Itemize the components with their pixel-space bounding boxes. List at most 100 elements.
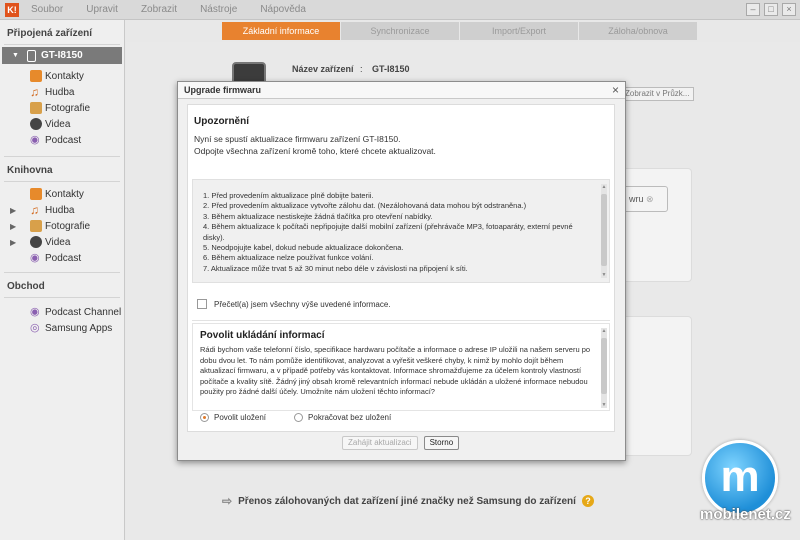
library-title: Knihovna xyxy=(7,165,53,176)
close-icon[interactable]: × xyxy=(782,3,796,16)
scroll-down-icon[interactable]: ▼ xyxy=(601,402,607,408)
background-action-label: wru xyxy=(629,194,644,204)
menu-edit[interactable]: Upravit xyxy=(86,4,118,15)
menu-bar: K! Soubor Upravit Zobrazit Nástroje Nápo… xyxy=(0,0,800,20)
sidebar-item-label: Hudba xyxy=(45,86,75,98)
scrollbar-thumb[interactable] xyxy=(601,338,607,394)
warning-line: Nyní se spustí aktualizace firmwaru zaří… xyxy=(194,134,401,144)
cancel-button[interactable]: Storno xyxy=(423,436,460,450)
device-name: GT-I8150 xyxy=(40,50,83,61)
podcast-icon: ◉ xyxy=(30,252,40,264)
transfer-icon: ⇨ xyxy=(222,494,233,508)
read-confirmation-row[interactable]: Přečetl(a) jsem všechny výše uvedené inf… xyxy=(197,299,391,309)
contacts-icon xyxy=(30,70,42,82)
podcast-icon: ◉ xyxy=(30,306,40,318)
window-controls: – □ × xyxy=(746,3,796,16)
instruction-item: 4. Během aktualizace k počítači nepřipoj… xyxy=(203,222,573,242)
photos-icon xyxy=(30,102,42,114)
dialog-title: Upgrade firmwaru xyxy=(184,85,262,95)
sidebar-device[interactable]: ▼ GT-I8150 xyxy=(2,47,122,64)
store-title: Obchod xyxy=(7,281,45,292)
help-icon[interactable]: ? xyxy=(581,495,594,507)
warning-text: Nyní se spustí aktualizace firmwaru zaří… xyxy=(194,133,604,157)
scroll-up-icon[interactable]: ▲ xyxy=(601,184,607,190)
sidebar-item-label: Samsung Apps xyxy=(45,322,113,334)
tab-backup-restore[interactable]: Záloha/obnova xyxy=(579,22,697,40)
minimize-icon[interactable]: – xyxy=(746,3,760,16)
sidebar-item-device-music[interactable]: ♫ Hudba xyxy=(0,84,124,100)
sidebar-item-device-photos[interactable]: Fotografie xyxy=(0,100,124,116)
device-name-colon: : xyxy=(360,64,363,74)
start-update-button[interactable]: Zahájit aktualizaci xyxy=(342,436,418,450)
continue-without-storing-label: Pokračovat bez uložení xyxy=(308,413,392,422)
instruction-item: 7. Aktualizace může trvat 5 až 30 minut … xyxy=(203,263,468,273)
continue-without-storing-radio[interactable] xyxy=(294,413,304,422)
sidebar-item-label: Fotografie xyxy=(45,102,91,114)
tab-sync[interactable]: Synchronizace xyxy=(341,22,459,40)
chevron-right-icon[interactable]: ▶ xyxy=(10,206,16,215)
read-confirmation-checkbox[interactable] xyxy=(197,299,207,309)
instructions-box: 1. Před provedením aktualizace plně dobi… xyxy=(192,179,610,283)
instruction-item: 1. Před provedením aktualizace plně dobi… xyxy=(203,191,374,200)
allow-storing-scrollbar[interactable]: ▲ ▼ xyxy=(601,328,607,408)
menu-file[interactable]: Soubor xyxy=(31,4,63,15)
sidebar-item-library-photos[interactable]: ▶ Fotografie xyxy=(0,218,124,234)
app-logo-icon: K! xyxy=(5,2,19,17)
sidebar-item-label: Hudba xyxy=(45,204,75,216)
dialog-body: Upozornění Nyní se spustí aktualizace fi… xyxy=(187,104,615,432)
divider xyxy=(192,320,610,321)
chevron-down-icon[interactable]: ▼ xyxy=(12,52,19,59)
menu-view[interactable]: Zobrazit xyxy=(141,4,177,15)
podcast-icon: ◉ xyxy=(30,134,40,146)
tab-basic-info[interactable]: Základní informace xyxy=(222,22,340,40)
allow-storing-label: Povolit uložení xyxy=(214,413,267,422)
tab-import-export[interactable]: Import/Export xyxy=(460,22,578,40)
chevron-right-icon[interactable]: ▶ xyxy=(10,238,16,247)
scroll-down-icon[interactable]: ▼ xyxy=(601,272,607,278)
instruction-item: 3. Během aktualizace nestiskejte žádná t… xyxy=(203,211,433,221)
instructions-list: 1. Před provedením aktualizace plně dobi… xyxy=(203,191,595,274)
warning-heading: Upozornění xyxy=(194,116,249,127)
chevron-right-icon[interactable]: ▶ xyxy=(10,222,16,231)
continue-without-storing-option[interactable]: Pokračovat bez uložení xyxy=(294,413,391,422)
tab-bar: Základní informace Synchronizace Import/… xyxy=(222,22,698,40)
sidebar-item-device-podcast[interactable]: ◉ Podcast xyxy=(0,132,124,148)
read-confirmation-label: Přečetl(a) jsem všechny výše uvedené inf… xyxy=(214,299,391,309)
sidebar-item-podcast-channel[interactable]: ◉ Podcast Channel xyxy=(0,304,124,320)
sidebar-item-label: Podcast xyxy=(45,252,82,264)
instructions-scrollbar[interactable]: ▲ ▼ xyxy=(601,184,607,278)
scrollbar-thumb[interactable] xyxy=(601,194,607,266)
sidebar-item-library-music[interactable]: ▶ ♫ Hudba xyxy=(0,202,124,218)
music-icon: ♫ xyxy=(30,203,39,217)
menu-help[interactable]: Nápověda xyxy=(260,4,306,15)
close-icon[interactable]: × xyxy=(612,83,619,97)
instruction-item: 2. Před provedením aktualizace vytvořte … xyxy=(203,201,527,211)
dialog-buttons: Zahájit aktualizaci Storno xyxy=(342,436,460,450)
sidebar-item-device-contacts[interactable]: Kontakty xyxy=(0,68,124,84)
sidebar-item-label: Podcast Channel xyxy=(45,306,122,318)
sidebar-item-label: Videa xyxy=(45,236,71,248)
allow-storing-radio[interactable] xyxy=(200,413,209,422)
transfer-data-row[interactable]: ⇨ Přenos zálohovaných dat zařízení jiné … xyxy=(222,494,594,508)
menu-tools[interactable]: Nástroje xyxy=(200,4,237,15)
sidebar-item-library-videos[interactable]: ▶ Videa xyxy=(0,234,124,250)
sidebar-item-library-podcast[interactable]: ◉ Podcast xyxy=(0,250,124,266)
sidebar-item-label: Videa xyxy=(45,118,71,130)
sidebar-item-label: Podcast xyxy=(45,134,82,146)
upgrade-firmware-dialog: Upgrade firmwaru × Upozornění Nyní se sp… xyxy=(177,81,626,461)
device-name-value: GT-I8150 xyxy=(372,64,410,74)
allow-storing-option[interactable]: Povolit uložení xyxy=(200,413,266,422)
allow-storing-text: Rádi bychom vaše telefonní číslo, specif… xyxy=(200,345,591,396)
divider xyxy=(4,44,120,45)
watermark-logo: m xyxy=(702,440,778,516)
sidebar-item-library-contacts[interactable]: Kontakty xyxy=(0,186,124,202)
phone-icon xyxy=(26,49,36,62)
sidebar-item-device-videos[interactable]: Videa xyxy=(0,116,124,132)
transfer-data-label: Přenos zálohovaných dat zařízení jiné zn… xyxy=(238,495,576,507)
scroll-up-icon[interactable]: ▲ xyxy=(601,328,607,334)
maximize-icon[interactable]: □ xyxy=(764,3,778,16)
sidebar-item-samsung-apps[interactable]: ◎ Samsung Apps xyxy=(0,320,124,336)
sidebar-item-label: Kontakty xyxy=(45,70,84,82)
sidebar: Připojená zařízení ▼ GT-I8150 Kontakty ♫… xyxy=(0,20,125,540)
connected-devices-title: Připojená zařízení xyxy=(7,28,93,39)
